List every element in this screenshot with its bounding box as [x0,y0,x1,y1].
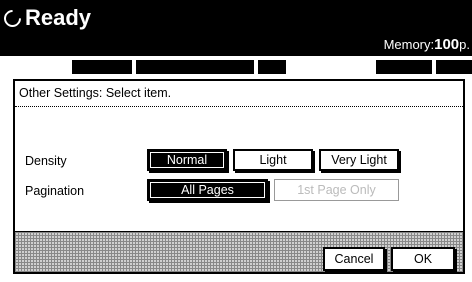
ok-button[interactable]: OK [391,247,455,271]
memory-unit: p. [459,37,470,52]
pagination-label: Pagination [25,184,85,198]
header-bar: Ready Memory:100p. [0,0,472,56]
density-very-light-button[interactable]: Very Light [319,149,399,171]
pagination-first-page-only-button: 1st Page Only [274,179,399,201]
dialog-heading: Other Settings: Select item. [19,86,172,100]
tab-divider [432,60,436,74]
heading-divider [15,106,463,107]
power-icon [0,5,25,31]
density-normal-button[interactable]: Normal [147,149,227,171]
density-label: Density [25,154,67,168]
memory-indicator: Memory:100p. [384,36,470,53]
tab-divider [132,60,136,74]
status-text: Ready [25,5,92,30]
memory-label: Memory: [383,37,435,52]
tab-strip [14,60,472,74]
status-title: Ready [0,5,92,31]
density-light-button[interactable]: Light [233,149,313,171]
tab-divider [286,60,376,74]
memory-value: 100 [434,36,460,53]
other-settings-dialog: Other Settings: Select item. Density Nor… [13,79,465,274]
tab-divider [254,60,258,74]
pagination-all-pages-button[interactable]: All Pages [147,179,268,201]
cancel-button[interactable]: Cancel [323,247,385,271]
tab-divider [14,60,72,74]
